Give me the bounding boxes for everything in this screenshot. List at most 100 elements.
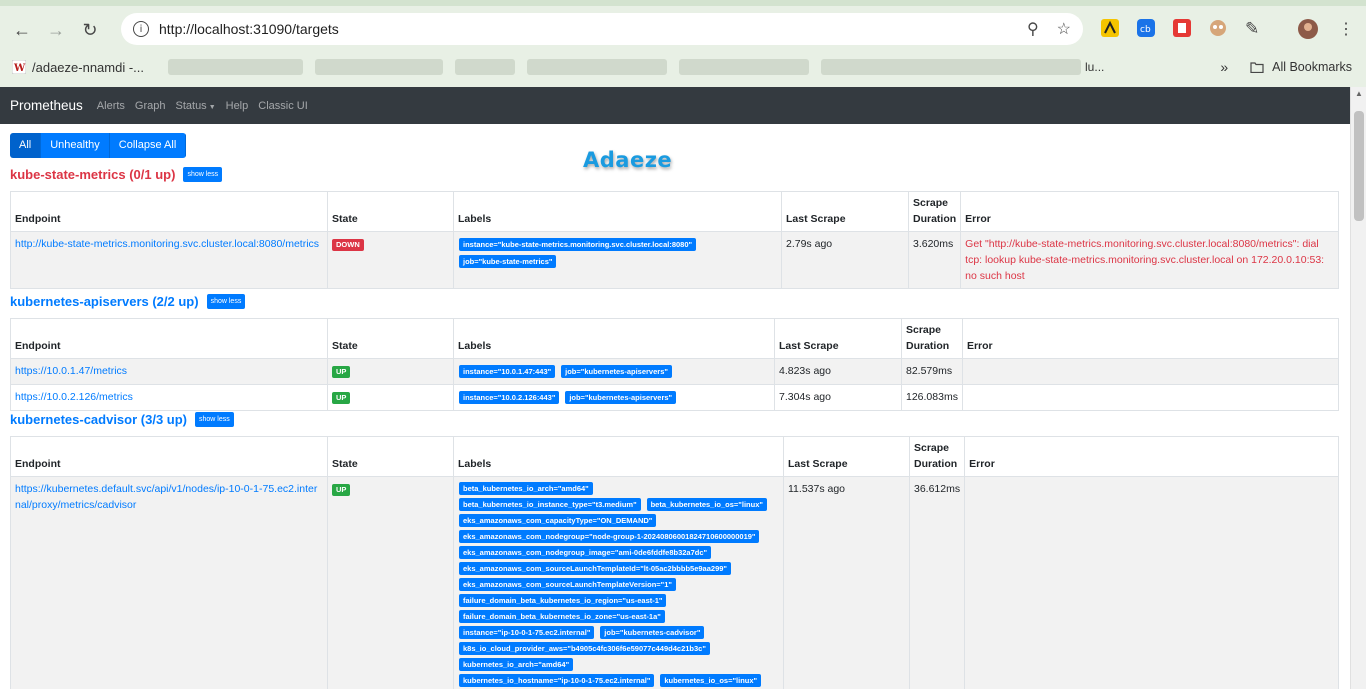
targets-table-kubernetes-cadvisor: Endpoint State Labels Last Scrape Scrape…: [10, 436, 1339, 689]
svg-text:W: W: [13, 63, 26, 74]
label-badge: eks_amazonaws_com_sourceLaunchTemplateVe…: [459, 578, 676, 591]
endpoint-link[interactable]: https://10.0.2.126/metrics: [15, 391, 133, 403]
blurred-bookmark[interactable]: [455, 59, 516, 75]
state-badge: UP: [332, 392, 351, 404]
scrape-duration: 126.083ms: [901, 384, 963, 411]
pool-title[interactable]: kubernetes-apiservers (2/2 up): [10, 294, 199, 309]
scrape-duration: 82.579ms: [901, 358, 963, 385]
browser-chrome: ← → ↻ i http://localhost:31090/targets ⚲…: [0, 0, 1366, 87]
back-icon[interactable]: ←: [5, 13, 39, 47]
show-less-button[interactable]: show less: [206, 294, 246, 309]
label-badge: kubernetes_io_arch="amd64": [459, 658, 574, 671]
page-scrollbar[interactable]: ▲: [1350, 87, 1366, 689]
state-badge: DOWN: [332, 239, 364, 251]
more-bookmarks-icon[interactable]: »: [1220, 59, 1228, 75]
pool-title[interactable]: kube-state-metrics (0/1 up): [10, 167, 175, 182]
col-endpoint: Endpoint: [10, 436, 328, 477]
profile-avatar[interactable]: [1298, 19, 1318, 39]
col-last-scrape: Last Scrape: [774, 318, 902, 359]
label-badge: beta_kubernetes_io_os="linux": [646, 498, 767, 511]
col-error: Error: [961, 318, 1340, 359]
scroll-up-icon[interactable]: ▲: [1351, 87, 1366, 101]
col-scrape-duration: Scrape Duration: [907, 191, 962, 232]
blurred-bookmark[interactable]: [315, 59, 444, 75]
col-labels: Labels: [453, 436, 784, 477]
targets-table-kube-state-metrics: Endpoint State Labels Last Scrape Scrape…: [10, 191, 1339, 289]
nav-help[interactable]: Help: [226, 100, 249, 112]
zoom-icon[interactable]: ⚲: [1027, 19, 1039, 39]
label-badge: failure_domain_beta_kubernetes_io_region…: [459, 594, 667, 607]
error-message: [961, 358, 1340, 385]
filter-all-button[interactable]: All: [10, 133, 42, 158]
reload-icon[interactable]: ↻: [73, 13, 107, 47]
extension-icon-3[interactable]: [1173, 19, 1191, 37]
col-state: State: [327, 318, 454, 359]
label-badge: eks_amazonaws_com_capacityType="ON_DEMAN…: [459, 514, 657, 527]
wordpress-icon: W: [12, 60, 26, 74]
extension-icon-4[interactable]: [1209, 19, 1227, 37]
col-error: Error: [964, 436, 1339, 477]
label-badge: eks_amazonaws_com_nodegroup_image="ami-0…: [459, 546, 712, 559]
nav-graph[interactable]: Graph: [135, 100, 166, 112]
extension-icon-1[interactable]: [1101, 19, 1119, 37]
browser-menu-icon[interactable]: ⋮: [1338, 19, 1354, 39]
pool-title[interactable]: kubernetes-cadvisor (3/3 up): [10, 412, 187, 427]
label-badge: kubernetes_io_hostname="ip-10-0-1-75.ec2…: [459, 674, 655, 687]
collapse-all-button[interactable]: Collapse All: [109, 133, 187, 158]
endpoint-link[interactable]: https://kubernetes.default.svc/api/v1/no…: [15, 483, 317, 511]
blurred-bookmark[interactable]: [821, 59, 1082, 75]
label-badge: eks_amazonaws_com_nodegroup="node-group-…: [459, 530, 760, 543]
col-scrape-duration: Scrape Duration: [908, 436, 966, 477]
endpoint-link[interactable]: http://kube-state-metrics.monitoring.svc…: [15, 238, 319, 250]
bookmark-star-icon[interactable]: ☆: [1057, 19, 1071, 39]
pool-header-kubernetes-apiservers: kubernetes-apiservers (2/2 up) show less: [10, 294, 246, 309]
brand-logo[interactable]: Prometheus: [10, 98, 83, 113]
last-scrape: 11.537s ago: [783, 476, 910, 689]
last-scrape: 7.304s ago: [774, 384, 902, 411]
nav-status-label: Status: [175, 99, 207, 112]
table-row: https://10.0.1.47/metrics UP instance="1…: [10, 358, 1340, 385]
filter-button-group: All Unhealthy Collapse All: [10, 133, 187, 158]
col-last-scrape: Last Scrape: [783, 436, 910, 477]
col-labels: Labels: [453, 318, 775, 359]
state-badge: UP: [332, 484, 351, 496]
bookmark-label[interactable]: lu...: [1085, 60, 1104, 74]
show-less-button[interactable]: show less: [183, 167, 223, 182]
nav-alerts[interactable]: Alerts: [97, 100, 125, 112]
blurred-bookmark[interactable]: [527, 59, 668, 75]
label-badge: kubernetes_io_os="linux": [660, 674, 762, 687]
nav-status[interactable]: Status ▼: [176, 100, 216, 112]
error-message: Get "http://kube-state-metrics.monitorin…: [960, 231, 1339, 289]
col-scrape-duration: Scrape Duration: [901, 318, 963, 359]
filter-unhealthy-button[interactable]: Unhealthy: [41, 133, 110, 158]
bookmark-item[interactable]: W /adaeze-nnamdi -...: [12, 60, 144, 75]
svg-text:cb: cb: [1140, 25, 1151, 35]
forward-icon[interactable]: →: [39, 13, 73, 47]
prometheus-navbar: Prometheus Alerts Graph Status ▼ Help Cla…: [0, 87, 1350, 124]
label-badge: k8s_io_cloud_provider_aws="b4905c4fc306f…: [459, 642, 710, 655]
scrape-duration: 36.612ms: [908, 476, 966, 689]
all-bookmarks-link[interactable]: All Bookmarks: [1272, 60, 1352, 74]
last-scrape: 4.823s ago: [774, 358, 902, 385]
blurred-bookmark[interactable]: [168, 59, 304, 75]
site-info-icon[interactable]: i: [133, 21, 149, 37]
label-badge: beta_kubernetes_io_arch="amd64": [459, 482, 593, 495]
pool-header-kube-state-metrics: kube-state-metrics (0/1 up) show less: [10, 167, 223, 182]
col-state: State: [327, 436, 454, 477]
table-header: Endpoint State Labels Last Scrape Scrape…: [10, 436, 1339, 477]
label-badge: instance="10.0.2.126:443": [459, 391, 560, 404]
address-bar[interactable]: i http://localhost:31090/targets ⚲ ☆: [121, 13, 1083, 45]
targets-page: All Unhealthy Collapse All Adaeze kube-s…: [0, 124, 1350, 689]
endpoint-link[interactable]: https://10.0.1.47/metrics: [15, 365, 127, 377]
nav-classic-ui[interactable]: Classic UI: [258, 100, 308, 112]
extension-icon-2[interactable]: cb: [1137, 19, 1155, 37]
url-text: http://localhost:31090/targets: [159, 21, 339, 37]
show-less-button[interactable]: show less: [195, 412, 234, 427]
label-badge: instance="10.0.1.47:443": [459, 365, 556, 378]
scrollbar-thumb[interactable]: [1354, 111, 1364, 221]
col-last-scrape: Last Scrape: [781, 191, 909, 232]
extensions-puzzle-icon[interactable]: ✎: [1245, 19, 1259, 39]
blurred-bookmark[interactable]: [679, 59, 810, 75]
label-badge: instance="kube-state-metrics.monitoring.…: [459, 238, 697, 251]
table-row: https://10.0.2.126/metrics UP instance="…: [10, 384, 1340, 411]
